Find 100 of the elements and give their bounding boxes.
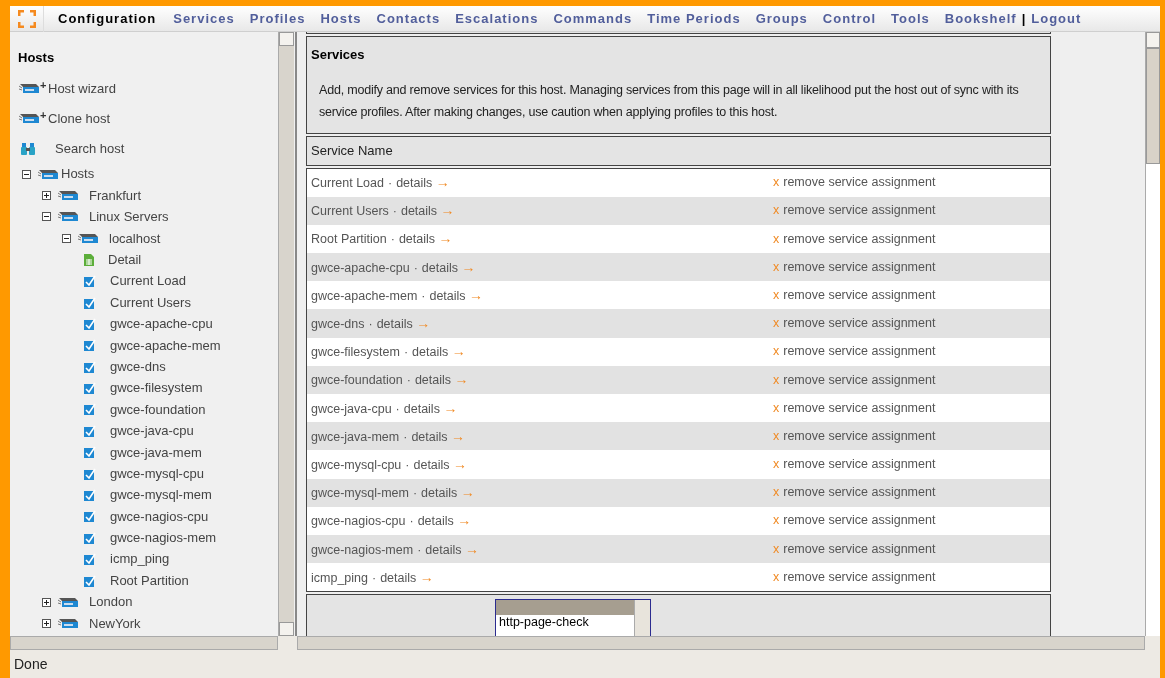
separator-dot: ·: [409, 514, 414, 529]
checkmark-icon: [84, 574, 96, 587]
nav-link[interactable]: Bookshelf: [944, 8, 1017, 29]
sidebar-link[interactable]: Search host: [55, 138, 125, 159]
remove-link[interactable]: x remove service assignment: [773, 455, 936, 474]
remove-link[interactable]: x remove service assignment: [773, 342, 936, 362]
service-name: gwce-nagios-mem: [311, 542, 414, 557]
details-link[interactable]: details →: [376, 317, 431, 332]
details-link[interactable]: details →: [425, 542, 479, 557]
vertical-scrollbar[interactable]: [278, 32, 294, 636]
nav-link[interactable]: Tools: [891, 8, 930, 29]
horizontal-scrollbar[interactable]: [10, 636, 278, 650]
binoculars-icon: [21, 142, 35, 155]
horizontal-scrollbar[interactable]: [297, 636, 1145, 650]
tree-item[interactable]: gwce-java-cpu: [110, 421, 194, 441]
tree-item[interactable]: gwce-foundation: [110, 399, 206, 420]
details-link[interactable]: details →: [413, 457, 468, 472]
details-link[interactable]: details →: [429, 288, 484, 303]
list-option[interactable]: [496, 600, 634, 616]
tree-item[interactable]: gwce-java-mem: [110, 442, 202, 462]
collapse-icon[interactable]: [22, 169, 31, 179]
details-link[interactable]: details →: [398, 232, 453, 247]
remove-link[interactable]: x remove service assignment: [773, 314, 936, 333]
logout-link[interactable]: Logout: [1031, 8, 1082, 29]
tree-item[interactable]: Detail: [108, 250, 142, 270]
remove-link[interactable]: x remove service assignment: [773, 257, 936, 277]
sidebar-link[interactable]: Host wizard: [48, 78, 116, 99]
remove-link[interactable]: x remove service assignment: [773, 285, 936, 305]
nav-link[interactable]: Time Periods: [647, 8, 741, 29]
arrow-icon: →: [461, 258, 476, 275]
details-link[interactable]: details →: [421, 486, 475, 501]
tree-item[interactable]: gwce-filesystem: [110, 378, 203, 398]
checkmark-icon: [84, 424, 96, 437]
remove-link[interactable]: x remove service assignment: [773, 398, 936, 418]
details-link[interactable]: details →: [421, 260, 476, 275]
nav-link[interactable]: Control: [822, 8, 877, 29]
tree-item[interactable]: Current Users: [110, 292, 191, 313]
remove-link[interactable]: x remove service assignment: [773, 201, 936, 221]
details-link[interactable]: details →: [414, 373, 469, 388]
details-link[interactable]: details →: [403, 401, 458, 416]
nav-link[interactable]: Groups: [755, 8, 808, 29]
remove-link[interactable]: x remove service assignment: [773, 567, 936, 587]
remove-link[interactable]: x remove service assignment: [773, 539, 936, 559]
details-link[interactable]: details →: [412, 345, 466, 360]
panel-title: Services: [311, 46, 366, 64]
collapse-icon[interactable]: [42, 212, 51, 222]
arrow-icon: →: [454, 371, 469, 388]
tree-item[interactable]: Hosts: [61, 164, 95, 184]
nav-link[interactable]: Escalations: [455, 8, 539, 29]
nav-link[interactable]: Profiles: [249, 8, 306, 29]
collapse-icon[interactable]: [62, 233, 71, 243]
tree-item[interactable]: NewYork: [89, 613, 141, 634]
nav-link[interactable]: Commands: [553, 8, 633, 29]
expand-icon[interactable]: [42, 191, 51, 201]
details-link[interactable]: details →: [400, 204, 455, 219]
tree-item[interactable]: gwce-nagios-cpu: [110, 506, 209, 527]
details-link[interactable]: details →: [396, 176, 450, 191]
separator-dot: ·: [387, 176, 393, 191]
remove-link[interactable]: x remove service assignment: [773, 511, 936, 531]
details-link[interactable]: details →: [380, 570, 434, 585]
tree-item[interactable]: London: [89, 592, 133, 612]
tree-item[interactable]: gwce-apache-mem: [110, 335, 221, 356]
sidebar-link[interactable]: Clone host: [48, 108, 111, 129]
remove-link[interactable]: x remove service assignment: [773, 173, 936, 192]
separator-dot: ·: [412, 486, 418, 501]
arrow-icon: →: [451, 427, 465, 444]
tree-item[interactable]: gwce-apache-cpu: [110, 314, 213, 334]
separator-dot: ·: [417, 542, 422, 557]
nav-link[interactable]: Configuration: [58, 8, 157, 29]
nav-link[interactable]: Services: [173, 8, 235, 29]
tree-item[interactable]: gwce-dns: [110, 356, 166, 377]
tree-item[interactable]: icmp_ping: [110, 549, 170, 569]
remove-link[interactable]: x remove service assignment: [773, 229, 936, 249]
remove-icon: x: [773, 175, 780, 190]
nav-link[interactable]: Contacts: [376, 8, 441, 29]
remove-link[interactable]: x remove service assignment: [773, 483, 936, 503]
tree-item[interactable]: gwce-mysql-cpu: [110, 463, 204, 484]
tree-item[interactable]: gwce-nagios-mem: [110, 528, 217, 548]
nav-link[interactable]: Hosts: [320, 8, 362, 29]
arrow-icon: →: [464, 540, 479, 557]
separator-dot: ·: [406, 373, 411, 388]
tree-item[interactable]: gwce-mysql-mem: [110, 485, 212, 505]
tree-item[interactable]: Root Partition: [110, 570, 189, 591]
details-link[interactable]: details →: [417, 514, 472, 529]
tree-item[interactable]: localhost: [109, 228, 161, 249]
remove-icon: x: [773, 541, 780, 556]
vertical-scrollbar[interactable]: [1145, 32, 1160, 636]
remove-link[interactable]: x remove service assignment: [773, 426, 936, 446]
arrow-icon: →: [435, 174, 450, 191]
details-link[interactable]: details →: [411, 429, 465, 444]
tree-item[interactable]: Linux Servers: [89, 207, 169, 227]
tree-item[interactable]: Frankfurt: [89, 185, 141, 206]
sidebar-title: Hosts: [18, 49, 56, 67]
service-listbox[interactable]: http-page-check: [495, 599, 651, 636]
arrow-icon: →: [419, 568, 434, 585]
tree-item[interactable]: Current Load: [110, 271, 186, 291]
remove-link[interactable]: x remove service assignment: [773, 370, 936, 390]
checkmark-icon: [84, 510, 96, 523]
expand-icon[interactable]: [42, 618, 51, 628]
expand-icon[interactable]: [42, 597, 51, 607]
